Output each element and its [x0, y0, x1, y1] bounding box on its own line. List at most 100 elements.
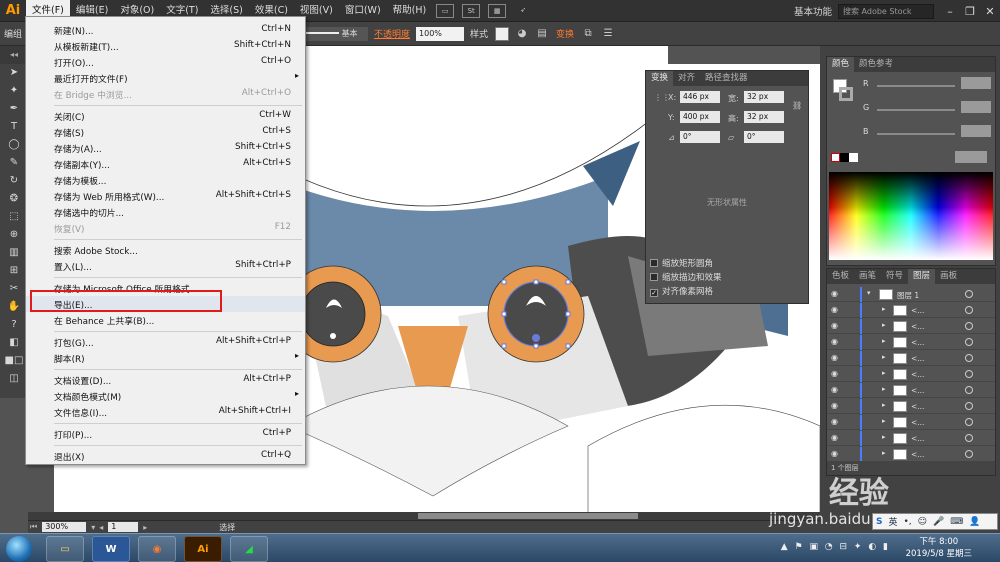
pen-tool-icon[interactable]: ✒ [0, 100, 28, 118]
tab-transform[interactable]: 变换 [646, 71, 674, 86]
ime-punct-icon[interactable]: •, [904, 517, 912, 527]
menu-item-document-color-mode[interactable]: 文档颜色模式(M) ▸ [26, 388, 305, 404]
close-icon[interactable]: ✕ [980, 5, 1000, 18]
start-button[interactable] [6, 536, 32, 562]
sublayer-row[interactable]: ◉ ▸ <... [827, 447, 995, 462]
zoom-field[interactable]: 300% [42, 522, 87, 532]
app-taskbar-icon[interactable]: ◢ [230, 536, 268, 562]
sublayer-row[interactable]: ◉ ▸ <... [827, 399, 995, 414]
ime-voice-icon[interactable]: 🎤 [933, 517, 944, 527]
transform-link[interactable]: 变换 [556, 27, 574, 40]
menu-item-open[interactable]: 打开(O)... Ctrl+O [26, 54, 305, 70]
minimize-icon[interactable]: – [940, 5, 960, 18]
menu-item-document-setup[interactable]: 文档设置(D)... Alt+Ctrl+P [26, 372, 305, 388]
tool-panel-header[interactable]: ◂◂ [0, 46, 28, 64]
menu-item-save-for-web[interactable]: 存储为 Web 所用格式(W)... Alt+Shift+Ctrl+S [26, 188, 305, 204]
opacity-link[interactable]: 不透明度 [374, 27, 410, 40]
draw-mode-icon[interactable]: ◫ [0, 370, 28, 388]
y-input[interactable]: 400 px [680, 111, 720, 123]
menu-item-save-copy[interactable]: 存储副本(Y)... Alt+Ctrl+S [26, 156, 305, 172]
sublayer-row[interactable]: ◉ ▸ <... [827, 351, 995, 366]
menu-item-share-behance[interactable]: 在 Behance 上共享(B)... [26, 312, 305, 328]
word-taskbar-icon[interactable]: W [92, 536, 130, 562]
chart-tool-icon[interactable]: ▥ [0, 244, 28, 262]
sublayer-row[interactable]: ◉ ▸ <... [827, 303, 995, 318]
bridge-icon[interactable]: ▭ [436, 3, 455, 18]
scale-strokes-checkbox[interactable]: 缩放描边和效果 [650, 271, 722, 283]
menu-item-save-template[interactable]: 存储为模板... [26, 172, 305, 188]
panel-menu-icon[interactable]: ☰ [600, 27, 616, 41]
sublayer-row[interactable]: ◉ ▸ <... [827, 367, 995, 382]
green-slider[interactable]: G [833, 101, 993, 117]
x-input[interactable]: 446 px [680, 91, 720, 103]
tab-layers[interactable]: 图层 [908, 269, 936, 284]
width-input[interactable]: 32 px [744, 91, 784, 103]
sublayer-row[interactable]: ◉ ▸ <... [827, 335, 995, 350]
menu-window[interactable]: 窗口(W) [339, 0, 387, 22]
shape-builder-icon[interactable]: ⊕ [0, 226, 28, 244]
ime-user-icon[interactable]: 👤 [969, 517, 980, 527]
arrange-icon[interactable]: ▦ [488, 3, 507, 18]
system-tray[interactable]: ▲ ⚑ ▣ ◔ ⊟ ✦ ◐ ▮ [781, 542, 890, 552]
menu-item-file-info[interactable]: 文件信息(I)... Alt+Shift+Ctrl+I [26, 404, 305, 420]
menu-item-recent[interactable]: 最近打开的文件(F) ▸ [26, 70, 305, 86]
expand-icon[interactable]: ▾ [867, 289, 871, 297]
rotate-input[interactable]: 0° [680, 131, 720, 143]
shear-input[interactable]: 0° [744, 131, 784, 143]
menu-item-package[interactable]: 打包(G)... Alt+Shift+Ctrl+P [26, 334, 305, 350]
explorer-taskbar-icon[interactable]: ▭ [46, 536, 84, 562]
taskbar-clock[interactable]: 下午 8:00 2019/5/8 星期三 [906, 536, 972, 560]
pencil-tool-icon[interactable]: ✎ [0, 154, 28, 172]
red-slider[interactable]: R [833, 77, 993, 93]
color-mode-icon[interactable]: ■□ [0, 352, 28, 370]
none-white-black-swatches[interactable] [831, 153, 859, 163]
search-stock-input[interactable]: 搜索 Adobe Stock [838, 3, 934, 19]
tab-align[interactable]: 对齐 [673, 71, 700, 86]
ime-toolbar[interactable]: S 英 •, ☺ 🎤 ⌨ 👤 [872, 513, 998, 530]
eye-icon[interactable]: ◉ [831, 289, 838, 298]
sublayer-row[interactable]: ◉ ▸ <... [827, 383, 995, 398]
menu-item-exit[interactable]: 退出(X) Ctrl+Q [26, 448, 305, 464]
type-tool-icon[interactable]: T [0, 118, 28, 136]
tab-swatches[interactable]: 色板 [827, 269, 854, 284]
free-transform-icon[interactable]: ⬚ [0, 208, 28, 226]
ime-language[interactable]: 英 [888, 515, 897, 528]
workspace-switcher[interactable]: 基本功能 [794, 4, 832, 18]
artboard-tool-icon[interactable]: ⊞ [0, 262, 28, 280]
tab-artboards[interactable]: 画板 [935, 269, 962, 284]
ellipse-tool-icon[interactable]: ◯ [0, 136, 28, 154]
menu-item-close[interactable]: 关闭(C) Ctrl+W [26, 108, 305, 124]
menu-item-search-stock[interactable]: 搜索 Adobe Stock... [26, 242, 305, 258]
menu-item-place[interactable]: 置入(L)... Shift+Ctrl+P [26, 258, 305, 274]
height-input[interactable]: 32 px [744, 111, 784, 123]
hex-field[interactable] [955, 151, 987, 163]
sublayer-row[interactable]: ◉ ▸ <... [827, 415, 995, 430]
next-artboard-icon[interactable]: ▸ [143, 523, 147, 532]
isolate-icon[interactable]: ⧉ [580, 27, 596, 41]
menu-item-scripts[interactable]: 脚本(R) ▸ [26, 350, 305, 366]
constrain-link-icon[interactable]: ⛓ [792, 101, 802, 110]
gpu-icon[interactable]: ➶ [514, 4, 532, 18]
stock-icon[interactable]: St [462, 3, 481, 18]
sublayer-row[interactable]: ◉ ▸ <... [827, 319, 995, 334]
menu-help[interactable]: 帮助(H) [387, 0, 433, 22]
magic-wand-icon[interactable]: ✦ [0, 82, 28, 100]
first-artboard-icon[interactable]: ⏮ [30, 522, 37, 532]
menu-item-new[interactable]: 新建(N)... Ctrl+N [26, 22, 305, 38]
slice-tool-icon[interactable]: ✂ [0, 280, 28, 298]
warp-tool-icon[interactable]: ❂ [0, 190, 28, 208]
menu-item-save-slices[interactable]: 存储选中的切片... [26, 204, 305, 220]
menu-item-save-as[interactable]: 存储为(A)... Shift+Ctrl+S [26, 140, 305, 156]
artboard-number-field[interactable]: 1 [108, 522, 139, 532]
fill-stroke-icon[interactable]: ◧ [0, 334, 28, 352]
tab-color[interactable]: 颜色 [827, 57, 855, 72]
style-swatch[interactable] [495, 26, 510, 41]
menu-item-print[interactable]: 打印(P)... Ctrl+P [26, 426, 305, 442]
rotate-tool-icon[interactable]: ↻ [0, 172, 28, 190]
opacity-input[interactable]: 100% [416, 26, 465, 41]
tab-brushes[interactable]: 画笔 [854, 269, 881, 284]
maximize-icon[interactable]: ❐ [960, 5, 980, 18]
hand-tool-icon[interactable]: ✋ [0, 298, 28, 316]
tab-color-guide[interactable]: 颜色参考 [854, 57, 898, 72]
selection-tool-icon[interactable]: ➤ [0, 64, 28, 82]
